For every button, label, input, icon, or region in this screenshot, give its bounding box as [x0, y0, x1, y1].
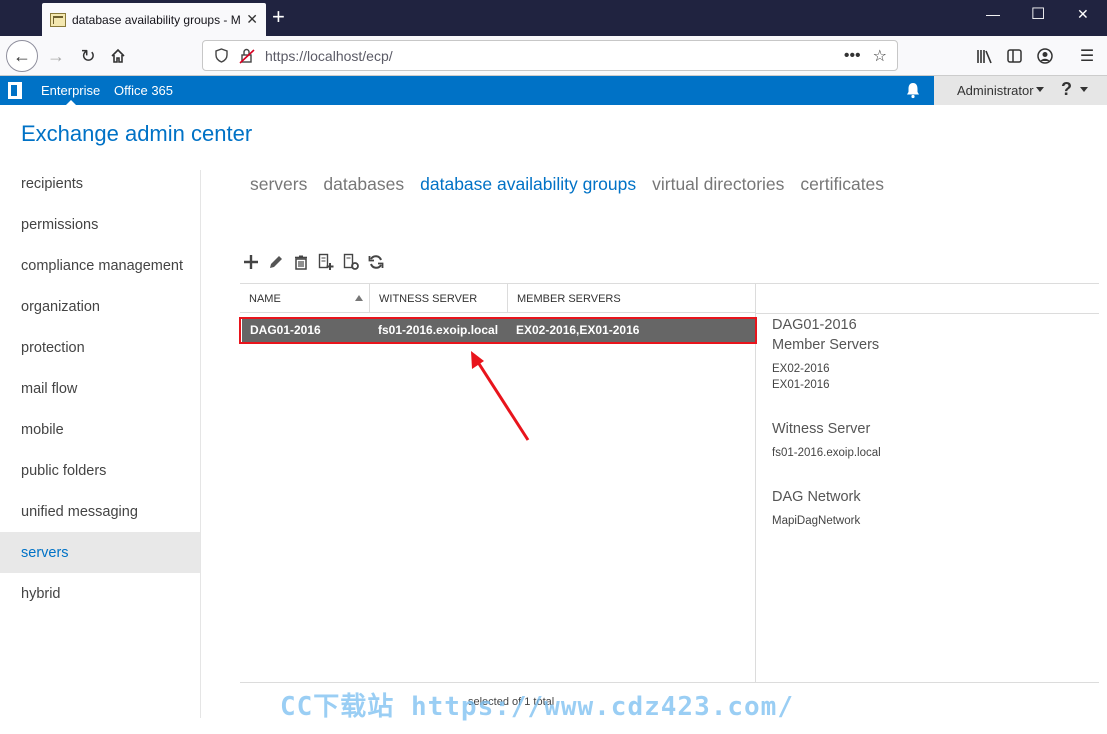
details-member-servers-heading: Member Servers: [772, 337, 880, 353]
details-network-heading: DAG Network: [772, 489, 861, 505]
grid-header: NAME WITNESS SERVER MEMBER SERVERS: [240, 284, 755, 313]
bookmark-star-icon[interactable]: ☆: [873, 46, 887, 66]
left-navigation: recipients permissions compliance manageme…: [0, 163, 200, 614]
exchange-favicon-icon: [50, 12, 66, 27]
tab-database-availability-groups[interactable]: database availability groups: [420, 174, 636, 195]
sub-tabs: servers databases database availability gr…: [250, 174, 884, 195]
tab-certificates[interactable]: certificates: [800, 174, 884, 195]
new-tab-icon[interactable]: +: [272, 5, 285, 29]
delete-trash-icon[interactable]: [292, 252, 310, 272]
maximize-icon[interactable]: ☐: [1031, 4, 1045, 24]
browser-tab[interactable]: database availability groups - M ✕: [42, 3, 266, 36]
configure-network-icon[interactable]: [342, 252, 360, 272]
help-chevron-down-icon[interactable]: [1080, 87, 1088, 92]
red-highlight-box: [239, 317, 757, 344]
account-icon[interactable]: [1031, 40, 1059, 72]
edit-pencil-icon[interactable]: [267, 252, 285, 272]
address-bar[interactable]: https://localhost/ecp/ ••• ☆: [202, 40, 898, 71]
sidebar-item-unified-messaging[interactable]: unified messaging: [0, 491, 200, 532]
enterprise-link[interactable]: Enterprise: [41, 83, 100, 105]
sidebar-item-servers[interactable]: servers: [0, 532, 200, 573]
sidebar-item-organization[interactable]: organization: [0, 286, 200, 327]
tab-virtual-directories[interactable]: virtual directories: [652, 174, 784, 195]
watermark: CC下载站 https://www.cdz423.com/: [280, 692, 794, 722]
details-network-value: MapiDagNetwork: [772, 515, 861, 527]
nav-divider: [200, 170, 201, 718]
sidebar-item-compliance-management[interactable]: compliance management: [0, 245, 200, 286]
column-header-witness-label: WITNESS SERVER: [379, 292, 478, 305]
sort-ascending-icon: [355, 295, 363, 301]
browser-tab-strip: database availability groups - M ✕ + — ☐…: [0, 0, 1107, 36]
red-annotation-arrow: [471, 351, 530, 441]
user-menu-chevron-down-icon[interactable]: [1036, 87, 1044, 92]
refresh-icon[interactable]: [367, 252, 385, 272]
column-header-name[interactable]: NAME: [240, 284, 370, 313]
sidebar-icon[interactable]: [1000, 40, 1028, 72]
reload-icon[interactable]: ↻: [72, 40, 104, 72]
notifications-bell-icon[interactable]: [904, 81, 922, 99]
office-header-bar: Enterprise Office 365 Administrator ?: [0, 76, 1107, 105]
menu-icon[interactable]: ☰: [1073, 40, 1101, 72]
shield-icon[interactable]: [213, 48, 229, 64]
grid-toolbar: [242, 252, 385, 272]
back-icon[interactable]: ←: [6, 40, 38, 72]
help-icon[interactable]: ?: [1061, 79, 1072, 100]
office-logo-icon: [8, 82, 22, 99]
forward-icon[interactable]: →: [40, 40, 72, 72]
sidebar-item-permissions[interactable]: permissions: [0, 204, 200, 245]
office365-link[interactable]: Office 365: [114, 83, 173, 98]
close-tab-icon[interactable]: ✕: [246, 11, 258, 28]
insecure-lock-icon[interactable]: [239, 48, 255, 64]
tab-servers[interactable]: servers: [250, 174, 307, 195]
sidebar-item-hybrid[interactable]: hybrid: [0, 573, 200, 614]
details-header-line: [756, 313, 1099, 314]
tab-title: database availability groups - M: [72, 12, 241, 27]
grid-bottom-border: [240, 682, 1099, 683]
add-server-icon[interactable]: [317, 252, 335, 272]
minimize-icon[interactable]: —: [986, 6, 1000, 22]
tab-databases[interactable]: databases: [323, 174, 404, 195]
column-header-member-servers[interactable]: MEMBER SERVERS: [508, 284, 755, 313]
page-title: Exchange admin center: [21, 121, 253, 146]
column-header-name-label: NAME: [249, 292, 281, 305]
sidebar-item-mail-flow[interactable]: mail flow: [0, 368, 200, 409]
sidebar-item-protection[interactable]: protection: [0, 327, 200, 368]
column-header-members-label: MEMBER SERVERS: [517, 292, 621, 305]
url-text: https://localhost/ecp/: [265, 47, 393, 64]
window-close-icon[interactable]: ✕: [1077, 6, 1089, 23]
column-header-witness-server[interactable]: WITNESS SERVER: [370, 284, 508, 313]
user-menu[interactable]: Administrator: [957, 83, 1034, 98]
details-dag-name: DAG01-2016: [772, 317, 857, 333]
details-witness-heading: Witness Server: [772, 421, 871, 437]
details-member-2: EX01-2016: [772, 379, 830, 391]
page-actions-icon[interactable]: •••: [844, 47, 861, 65]
home-icon[interactable]: [102, 40, 134, 72]
library-icon[interactable]: [970, 40, 998, 72]
sidebar-item-recipients[interactable]: recipients: [0, 163, 200, 204]
browser-nav-bar: ← → ↻ https://localhost/ecp/ ••• ☆ ☰: [0, 36, 1107, 76]
details-member-1: EX02-2016: [772, 363, 830, 375]
sidebar-item-mobile[interactable]: mobile: [0, 409, 200, 450]
sidebar-item-public-folders[interactable]: public folders: [0, 450, 200, 491]
details-witness-value: fs01-2016.exoip.local: [772, 447, 881, 459]
add-icon[interactable]: [242, 252, 260, 272]
